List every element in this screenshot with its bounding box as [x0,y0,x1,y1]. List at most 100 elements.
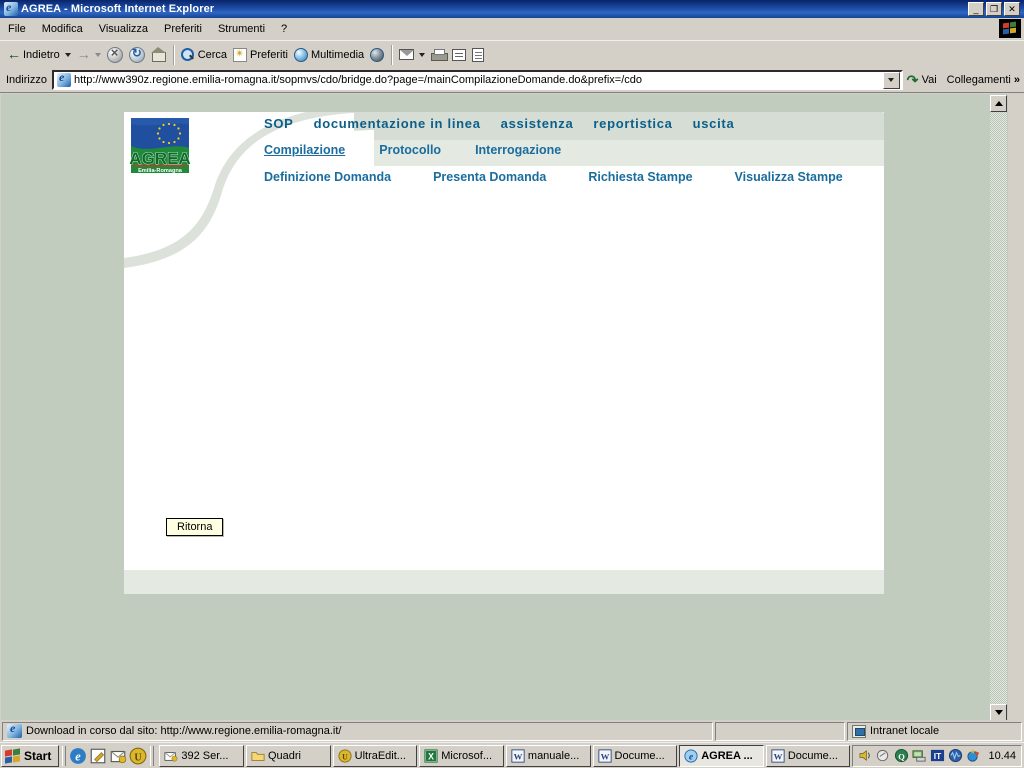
forward-arrow-icon [77,48,90,61]
close-button[interactable]: ✕ [1004,2,1020,16]
task-button-documento-1[interactable]: W Docume... [592,744,678,767]
printer-icon [431,48,449,61]
quick-launch-ultraedit-icon[interactable]: U [129,747,147,765]
scroll-down-button[interactable] [990,704,1007,720]
taskbar: Start e U 392 Ser... Quadri U UltraEdit.… [0,742,1024,768]
nav-presenta-domanda[interactable]: Presenta Domanda [433,170,546,184]
task-button-microsoft-excel[interactable]: X Microsof... [419,744,504,767]
task-button-ultraedit[interactable]: U UltraEdit... [332,744,418,767]
nav-protocollo[interactable]: Protocollo [379,143,441,157]
window-title: AGREA - Microsoft Internet Explorer [21,3,215,15]
mail-icon [399,49,415,60]
discuss-button[interactable] [469,43,487,67]
content-panel: AGREA Emilia-Romagna SOP documentazione … [124,112,884,594]
taskbar-grip-1[interactable] [62,745,67,766]
links-label: Collegamenti [946,74,1011,86]
quick-launch-ie-icon[interactable]: e [69,747,87,765]
start-button[interactable]: Start [1,744,60,767]
status-progress-panel [715,721,845,741]
history-button[interactable] [367,43,387,67]
menu-bar: File Modifica Visualizza Preferiti Strum… [0,18,1024,40]
address-input[interactable]: http://www390z.regione.emilia-romagna.it… [74,74,883,86]
nav-sop[interactable]: SOP [264,116,294,131]
nav-reportistica[interactable]: reportistica [593,116,672,131]
status-bar: Download in corso dal sito: http://www.r… [0,720,1024,742]
menu-item-file[interactable]: File [0,21,34,37]
task-button-392ser[interactable]: 392 Ser... [159,744,244,767]
quicktime-icon[interactable]: Q [894,748,909,763]
favorites-button[interactable]: Preferiti [230,43,291,67]
task-button-quadri[interactable]: Quadri [245,744,331,767]
links-button[interactable]: Collegamenti » [943,74,1024,86]
menu-item-modifica[interactable]: Modifica [34,21,91,37]
nav-richiesta-stampe[interactable]: Richiesta Stampe [588,170,692,184]
system-tray: Q IT 10.44 [852,744,1022,767]
nav-documentazione[interactable]: documentazione in linea [314,116,481,131]
ritorna-button[interactable]: Ritorna [166,518,224,536]
home-button[interactable] [148,43,169,67]
nav-definizione-domanda[interactable]: Definizione Domanda [264,170,391,184]
svg-text:U: U [342,752,348,761]
task-label: Docume... [614,749,665,762]
network-zone-icon [852,724,866,738]
status-zone-panel: Intranet locale [847,721,1022,741]
network-icon[interactable] [912,748,927,763]
task-list: 392 Ser... Quadri U UltraEdit... X Micro… [157,744,852,767]
menu-item-help[interactable]: ? [273,21,295,37]
minimize-button[interactable]: _ [968,2,984,16]
task-label: manuale... [527,749,580,762]
media-button[interactable]: Multimedia [291,43,367,67]
address-input-wrap[interactable]: http://www390z.regione.emilia-romagna.it… [51,70,903,90]
vertical-scrollbar[interactable] [990,95,1007,720]
back-dropdown-icon[interactable] [64,52,71,57]
stop-button[interactable] [104,43,126,67]
restore-button[interactable]: ❐ [986,2,1002,16]
back-button[interactable]: Indietro [4,43,74,67]
language-icon[interactable]: IT [930,748,945,763]
menu-item-visualizza[interactable]: Visualizza [91,21,156,37]
antivirus-icon[interactable] [966,748,981,763]
address-dropdown-button[interactable] [882,71,900,89]
refresh-button[interactable] [126,43,148,67]
search-button[interactable]: Cerca [178,43,230,67]
mail-button[interactable] [396,43,428,67]
volume-icon[interactable] [858,748,873,763]
page-icon [56,70,71,87]
mail-dropdown-icon[interactable] [419,52,426,57]
nav-interrogazione[interactable]: Interrogazione [475,143,561,157]
back-arrow-icon [7,48,20,61]
edit-page-icon [452,48,467,61]
svg-text:U: U [135,752,143,763]
nav-assistenza[interactable]: assistenza [501,116,574,131]
svg-text:W: W [773,751,782,761]
monitor-icon[interactable] [948,748,963,763]
quick-launch-mail-icon[interactable] [109,747,127,765]
nav-uscita[interactable]: uscita [693,116,735,131]
toolbar-separator-1 [172,44,174,65]
scroll-up-button[interactable] [990,95,1007,112]
favorites-star-icon [233,47,248,62]
task-button-manuale[interactable]: W manuale... [505,744,591,767]
browser-window: AGREA - Microsoft Internet Explorer _ ❐ … [0,0,1024,768]
refresh-icon [128,46,145,63]
forward-dropdown-icon[interactable] [94,52,101,57]
print-icon[interactable] [876,748,891,763]
menu-item-strumenti[interactable]: Strumenti [210,21,273,37]
nav-compilazione[interactable]: Compilazione [264,143,345,157]
menu-item-preferiti[interactable]: Preferiti [156,21,210,37]
print-button[interactable] [428,43,449,67]
taskbar-clock[interactable]: 10.44 [988,750,1016,762]
windows-brand-button[interactable] [999,19,1021,38]
search-label: Cerca [197,48,228,61]
media-icon [293,47,308,62]
edit-button[interactable] [449,43,469,67]
nav-visualizza-stampe[interactable]: Visualizza Stampe [735,170,843,184]
task-button-agrea[interactable]: e AGREA ... [679,744,764,767]
status-message-panel: Download in corso dal sito: http://www.r… [2,721,713,741]
chevron-down-icon [994,710,1003,715]
taskbar-grip-2[interactable] [150,745,155,766]
go-button[interactable]: Vai [903,74,943,87]
forward-button[interactable] [74,43,104,67]
task-button-documento-2[interactable]: W Docume... [765,744,851,767]
quick-launch-edit-icon[interactable] [89,747,107,765]
